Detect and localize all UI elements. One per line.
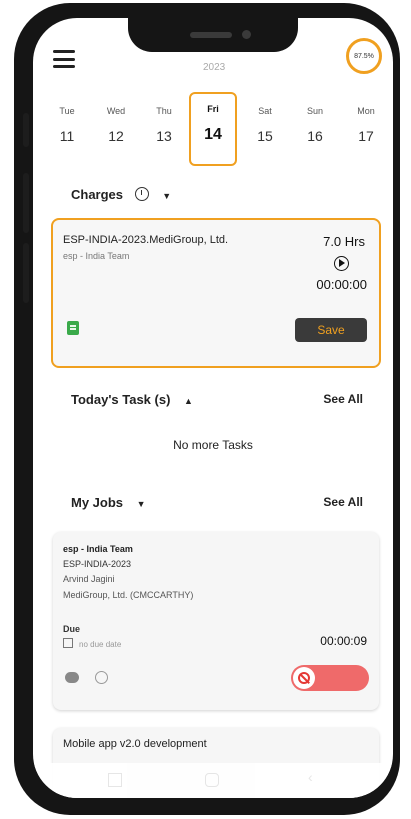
day-name: Thu [156,106,172,116]
day-sun[interactable]: Sun 16 [291,96,339,166]
day-name: Wed [106,106,126,116]
stop-timer-toggle[interactable] [291,665,369,691]
job-client: MediGroup, Ltd. (CMCCARTHY) [63,590,194,600]
menu-icon[interactable] [53,50,75,68]
day-number: 15 [257,128,273,144]
volume-down-button [23,243,29,303]
day-sat[interactable]: Sat 15 [241,96,289,166]
app-screen: 2023 87.5% Tue 11 Wed 12 Thu 13 Fri 14 Sat 15… [33,18,393,798]
chevron-down-icon[interactable]: ▼ [162,191,171,201]
charge-title: ESP-INDIA-2023.MediGroup, Ltd. [63,234,229,246]
job-team: esp - India Team [63,544,133,554]
jobs-header[interactable]: My Jobs ▼ [71,495,146,510]
chat-icon[interactable] [65,672,79,683]
day-mon[interactable]: Mon 17 [342,96,390,166]
job-code: ESP-INDIA-2023 [63,559,132,569]
day-number: 11 [59,128,75,144]
tasks-heading: Today's Task (s) [71,392,171,407]
play-icon[interactable] [334,256,349,271]
day-number: 14 [204,126,222,143]
job-person: Arvind Jagini [63,574,115,584]
home-icon[interactable] [205,773,219,787]
camera [242,30,251,39]
job-card[interactable]: esp - India Team ESP-INDIA-2023 Arvind J… [53,532,379,710]
chevron-up-icon[interactable]: ▲ [184,396,193,406]
job-title: Mobile app v2.0 development [63,738,207,750]
recent-apps-icon[interactable] [108,773,122,787]
year-label: 2023 [203,62,226,73]
day-name: Sun [306,106,323,116]
day-number: 13 [156,128,172,144]
side-button [23,113,29,147]
charges-heading: Charges [71,187,124,202]
tasks-header[interactable]: Today's Task (s) ▲ [71,392,193,407]
charge-card[interactable]: ESP-INDIA-2023.MediGroup, Ltd. esp - Ind… [51,218,381,368]
calendar-icon [63,638,73,648]
chevron-down-icon[interactable]: ▼ [137,499,146,509]
charges-header[interactable]: Charges ▼ [71,187,171,202]
day-fri-selected[interactable]: Fri 14 [189,92,237,166]
day-tue[interactable]: Tue 11 [43,96,91,166]
progress-ring[interactable]: 87.5% [346,38,382,74]
tasks-see-all-link[interactable]: See All [323,392,363,406]
notch [128,18,298,52]
day-number: 12 [108,128,124,144]
job-due-date: no due date [63,638,121,649]
job-timer: 00:00:09 [320,634,367,648]
day-name: Tue [59,106,75,116]
stopwatch-icon[interactable] [134,187,149,201]
jobs-heading: My Jobs [71,495,124,510]
progress-label: 87.5% [354,52,374,60]
no-tasks-message: No more Tasks [173,438,253,452]
day-name: Sat [258,106,272,116]
day-thu[interactable]: Thu 13 [140,96,188,166]
charge-subtitle: esp - India Team [63,251,130,261]
jobs-see-all-link[interactable]: See All [323,495,363,509]
day-wed[interactable]: Wed 12 [92,96,140,166]
job-due-label: Due [63,624,81,634]
back-icon[interactable]: ‹ [308,769,320,785]
week-strip: Tue 11 Wed 12 Thu 13 Fri 14 Sat 15 Sun 16 Mon 1… [43,92,390,166]
day-number: 16 [307,128,323,144]
stopwatch-icon[interactable] [95,671,108,684]
block-icon [293,667,315,689]
system-nav-bar: ‹ [33,763,393,798]
day-name: Mon [357,106,375,116]
note-icon[interactable] [67,321,79,335]
day-name: Fri [207,104,219,114]
save-button[interactable]: Save [295,318,367,342]
charge-timer: 00:00:00 [316,277,367,292]
job-due-value: no due date [79,640,122,649]
charge-hours: 7.0 Hrs [323,234,365,249]
speaker [190,32,232,38]
day-number: 17 [358,128,374,144]
volume-up-button [23,173,29,233]
